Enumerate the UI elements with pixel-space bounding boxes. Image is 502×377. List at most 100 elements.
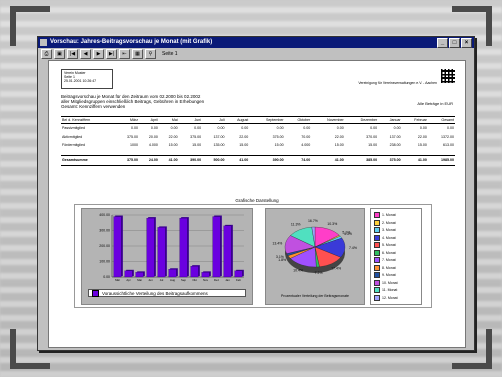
table-cell: Passivmitglied (62, 126, 85, 131)
report-title: Beitragsvorschau je Monat für den Zeitra… (61, 94, 204, 109)
legend-item: 10. Monat (374, 279, 398, 286)
company-logo (441, 69, 455, 83)
bar (201, 272, 210, 278)
header-line: 25.01.2001 10:26:47 (64, 79, 97, 84)
bar (124, 270, 133, 278)
table-cell: 1000 (130, 142, 139, 147)
table-cell: 15.00 (239, 142, 249, 147)
table-cell: 22.00 (239, 134, 249, 139)
bar (157, 227, 166, 278)
slice-label: 13.4% (272, 241, 282, 245)
zoom-button[interactable]: ⚲ (145, 48, 156, 59)
slice-label: 11.3% (291, 223, 301, 227)
toolbar: ⎙ ▣ |◀ ◀ ▶ ▶| ⇤ ▦ ⚲ Seite 1 (38, 48, 474, 59)
setup-button[interactable]: ▣ (54, 48, 65, 59)
table-cell: 24.00 (139, 155, 159, 166)
table-header-cell: Juni (178, 116, 203, 124)
first-page-button[interactable]: |◀ (67, 48, 78, 59)
slice-label: 17.4% (331, 267, 341, 271)
grid-button[interactable]: ▦ (132, 48, 143, 59)
table-cell: 613.00 (443, 142, 454, 147)
table-cell: 4.000 (301, 142, 311, 147)
company-name: Vereinigung für Vereinsverwaltungen e.V.… (358, 81, 437, 85)
report-page: Verein Muster Seite 1 25.01.2001 10:26:4… (48, 60, 466, 348)
close-button[interactable]: × (461, 38, 472, 48)
legend-item: 6. Monat (374, 249, 396, 256)
bar (113, 216, 122, 278)
legend-item: 12. Monat (374, 294, 398, 301)
table-cell: 15.00 (368, 142, 378, 147)
slice-label: 7.2% (315, 271, 323, 275)
bar (135, 272, 144, 278)
table-cell: 375.00 (378, 155, 402, 166)
legend-swatch (374, 219, 380, 226)
print-button[interactable]: ⎙ (41, 48, 52, 59)
x-tick-label: Mai (137, 278, 142, 282)
y-tick-label: 200.00 (99, 244, 110, 248)
y-tick-label: 300.00 (99, 229, 110, 233)
table-cell: 135.00 (213, 142, 225, 147)
table-cell: 74.00 (284, 155, 312, 166)
legend-swatch (374, 264, 380, 271)
legend-swatch (374, 272, 380, 278)
x-tick-label: Sep (181, 278, 186, 282)
exit-button[interactable]: ⇤ (119, 48, 130, 59)
bar (146, 217, 155, 278)
table-cell: 0.00 (447, 126, 454, 131)
table-cell: 20.00 (148, 134, 158, 139)
legend-item: 1. Monat (374, 212, 396, 218)
x-tick-label: Apr (126, 278, 130, 282)
next-page-button[interactable]: ▶ (93, 48, 104, 59)
contribution-table: Bei d. Kennziffern März April Mai Juni Juli Au… (61, 116, 455, 166)
legend-label: 11. Monat (382, 288, 398, 292)
table-cell: 390.00 (249, 155, 285, 166)
minimize-button[interactable]: _ (437, 38, 448, 48)
x-tick-label: Mär (115, 278, 120, 282)
pie-caption: Prozentualer Verteilung der Beitragsmona… (281, 294, 349, 298)
table-cell: 0.00 (150, 126, 158, 131)
x-tick-label: Okt (192, 278, 197, 282)
table-cell: 375.00 (272, 134, 284, 139)
table-cell: Gesamtsumme (61, 155, 116, 166)
table-cell: 500.00 (202, 155, 226, 166)
table-cell: 385.00 (344, 155, 379, 166)
legend-swatch (374, 287, 380, 293)
table-header-row: Bei d. Kennziffern März April Mai Juni Juli Au… (61, 116, 455, 124)
legend-swatch (374, 249, 380, 256)
table-cell: 70.00 (301, 134, 311, 139)
legend-label: 12. Monat (382, 295, 398, 300)
legend-swatch (374, 242, 380, 248)
legend-label: 7. Monat (382, 258, 396, 262)
title-bar[interactable]: Vorschau: Jahres-Beitragsvorschau je Mon… (38, 37, 474, 48)
table-cell: 1372.00 (441, 134, 454, 139)
table-cell: 375.00 (127, 134, 139, 139)
charts-title: Grafische Darstellung (235, 198, 279, 203)
bar-chart-legend: Voraussichtliche Verteilung des Beitrags… (88, 289, 246, 297)
legend-swatch (374, 294, 380, 301)
maximize-button[interactable]: □ (449, 38, 460, 48)
table-cell: 15.00 (168, 142, 178, 147)
legend-item: 3. Monat (374, 227, 396, 233)
table-cell: 375.00 (190, 134, 202, 139)
pie-chart: 10.3% 5.1% 4.3% 7.4% 17.4% 7.2% 10.4% 1.8% 3.1% 1… (265, 208, 365, 305)
table-cell: 390.00 (178, 155, 203, 166)
legend-swatch (374, 279, 380, 286)
last-page-button[interactable]: ▶| (106, 48, 117, 59)
legend-swatch (92, 289, 99, 297)
table-cell: 15.00 (192, 142, 202, 147)
prev-page-button[interactable]: ◀ (80, 48, 91, 59)
y-tick-label: 100.00 (99, 260, 110, 264)
table-cell: 0.00 (370, 126, 378, 131)
legend-label: 9. Monat (382, 273, 396, 277)
table-header-cell: Gesamt (427, 116, 455, 124)
y-tick-label: 0.00 (103, 275, 110, 279)
legend-label: 6. Monat (382, 250, 396, 255)
legend-swatch (374, 212, 380, 218)
table-header-cell: April (139, 116, 159, 124)
table-header-cell: September (249, 116, 285, 124)
table-header-cell: August (225, 116, 250, 124)
slice-label: 4.3% (344, 232, 352, 236)
title-line: Gesamt: Kennziffern verwenden (61, 104, 126, 109)
table-cell: 0.00 (276, 126, 284, 131)
x-tick-label: Nov (203, 278, 209, 282)
